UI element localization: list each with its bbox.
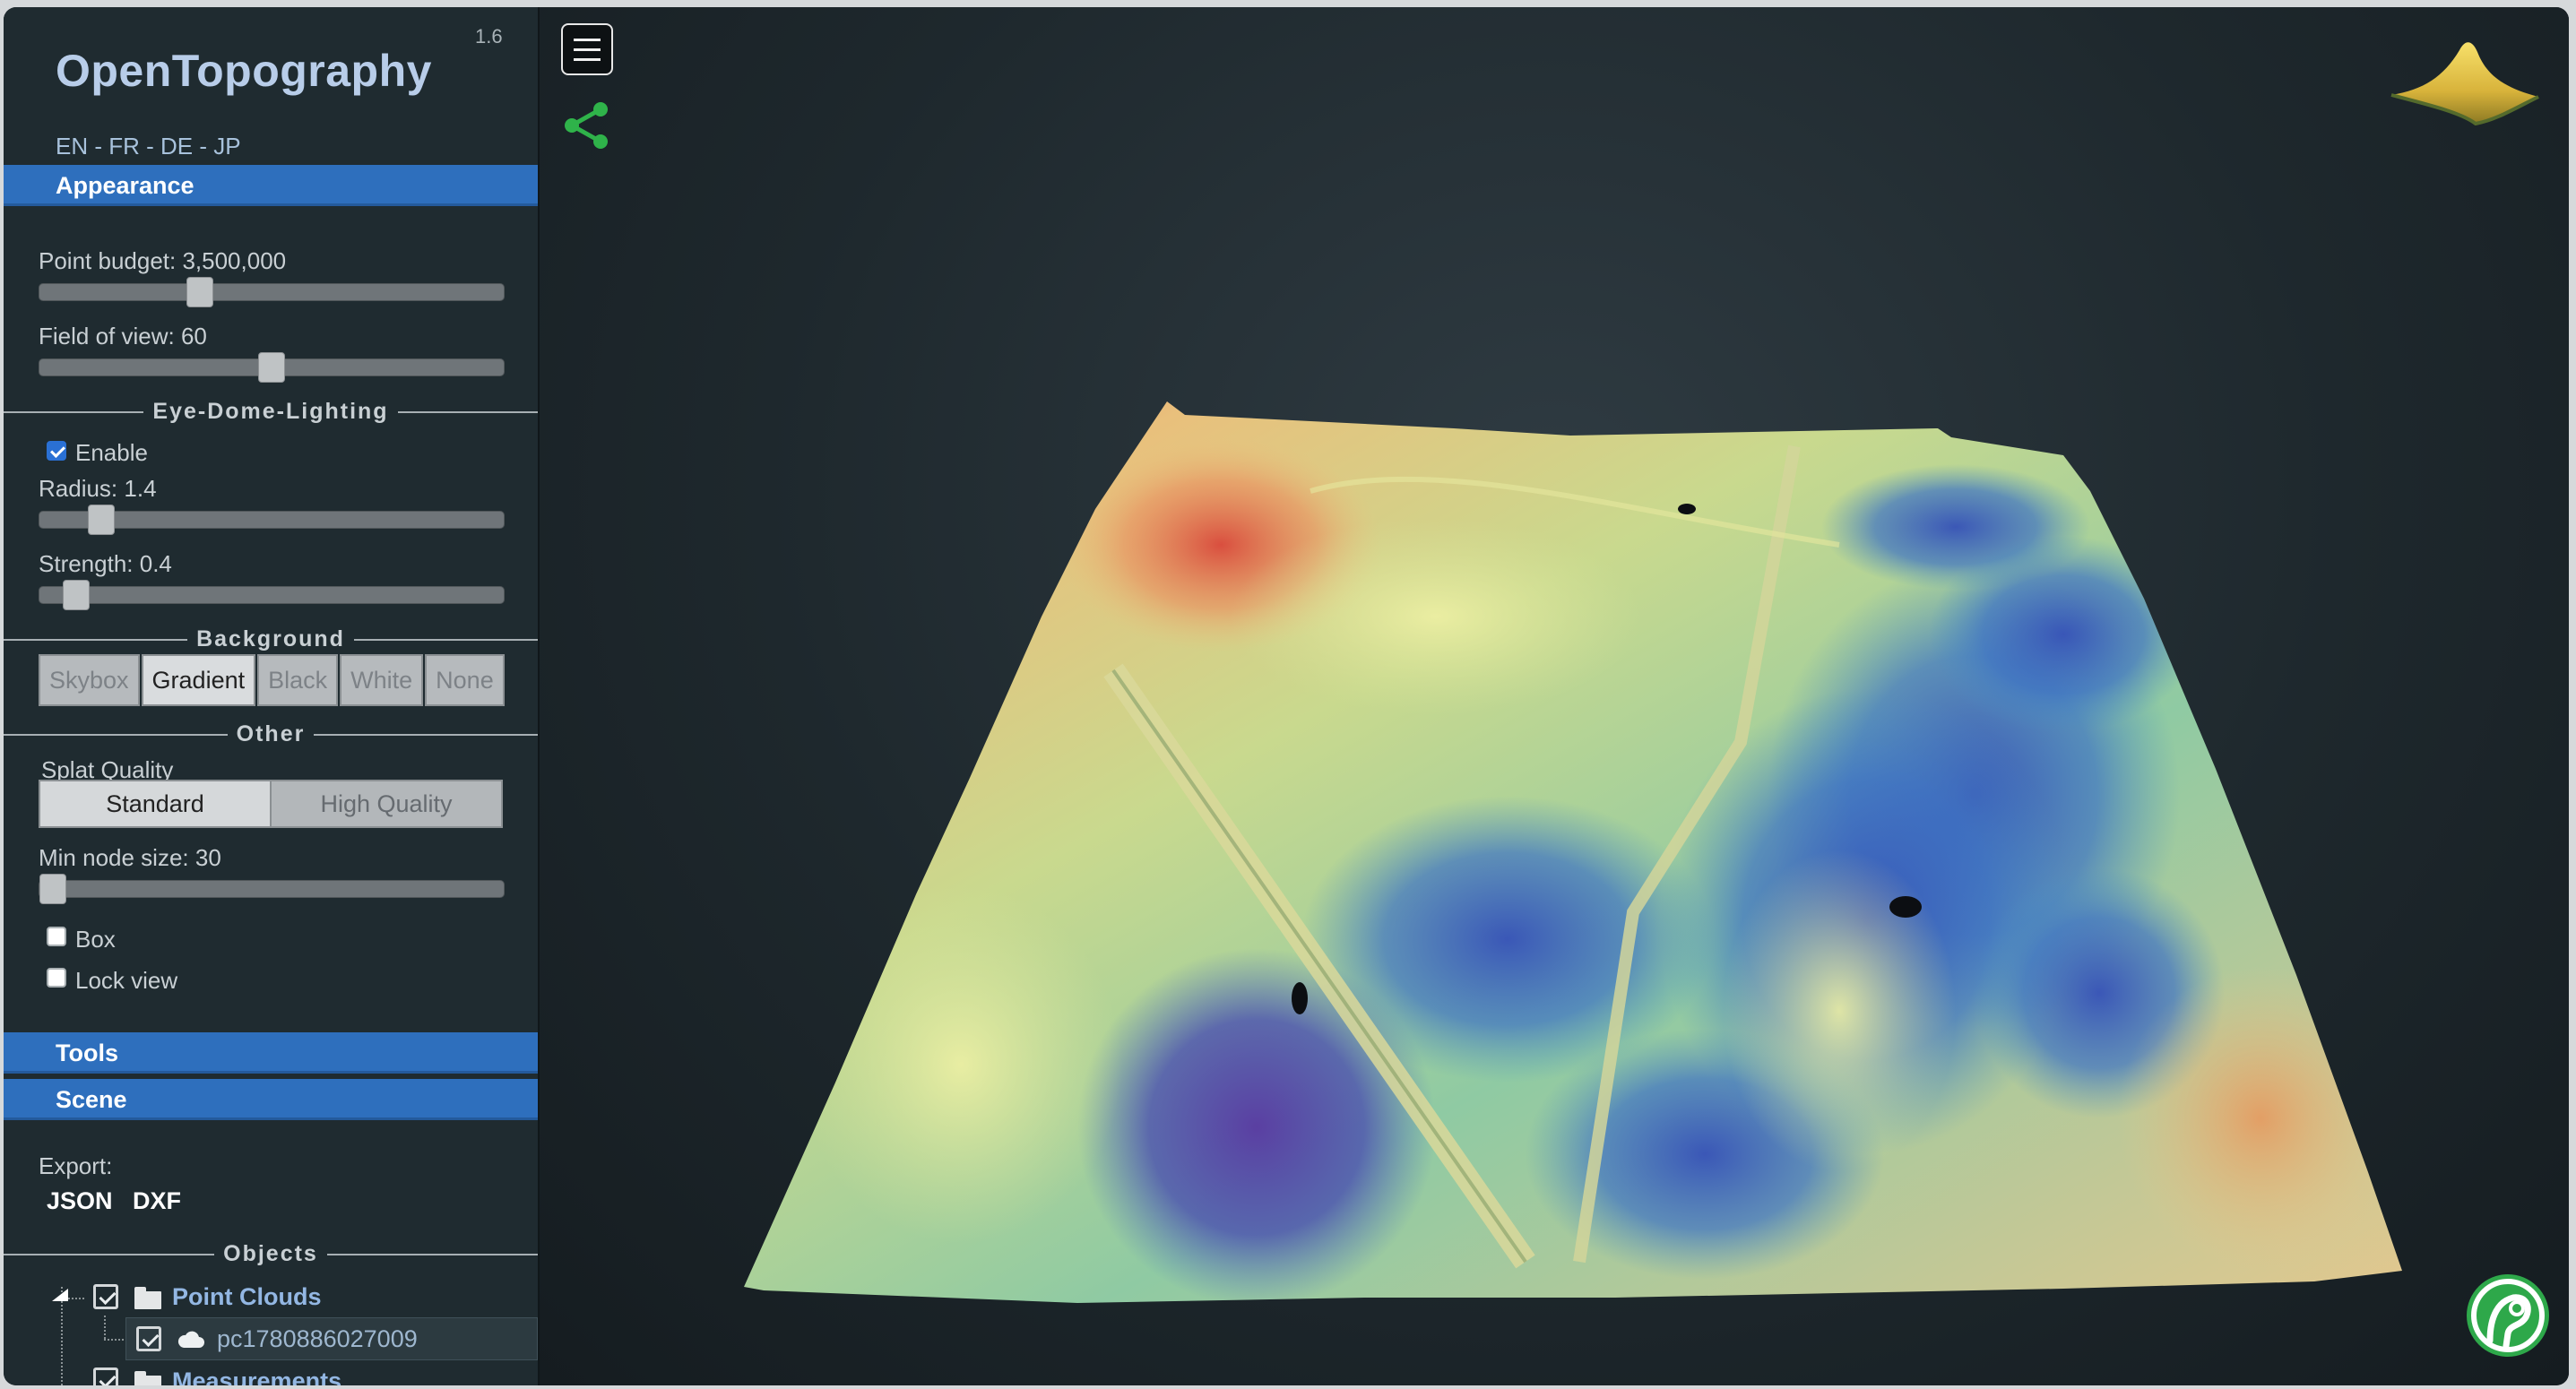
language-selector: EN - FR - DE - JP	[56, 133, 241, 160]
min-node-size-label: Min node size: 30	[39, 844, 221, 871]
export-label: Export:	[39, 1152, 113, 1179]
tree-connector	[104, 1316, 106, 1339]
slider-thumb[interactable]	[258, 352, 285, 383]
field-of-view-slider[interactable]	[39, 352, 505, 383]
slider-thumb[interactable]	[88, 505, 115, 535]
folder-icon	[134, 1371, 161, 1385]
folder-icon	[134, 1287, 161, 1309]
section-header-tools[interactable]: Tools	[4, 1032, 538, 1074]
export-dxf-button[interactable]: DXF	[133, 1187, 181, 1215]
language-jp[interactable]: JP	[213, 133, 240, 160]
language-separator: -	[139, 133, 161, 160]
radius-label: Radius: 1.4	[39, 475, 157, 502]
language-de[interactable]: DE	[160, 133, 193, 160]
eye-dome-lighting-title: Eye-Dome-Lighting	[143, 399, 398, 424]
splat-standard-button[interactable]: Standard	[40, 781, 272, 826]
point-budget-label: Point budget: 3,500,000	[39, 247, 287, 274]
export-json-button[interactable]: JSON	[47, 1187, 113, 1215]
objects-title: Objects	[214, 1241, 327, 1266]
radius-slider[interactable]	[39, 505, 505, 535]
edl-enable-label: Enable	[75, 439, 148, 466]
background-title: Background	[187, 626, 354, 651]
slider-thumb[interactable]	[186, 277, 213, 307]
splat-quality-toggle: Standard High Quality	[39, 780, 503, 828]
cloud-icon	[177, 1331, 204, 1348]
edl-enable-checkbox[interactable]	[47, 441, 66, 461]
tree-collapse-icon[interactable]	[50, 1287, 70, 1303]
terrain-point-cloud[interactable]	[540, 7, 2569, 1385]
language-separator: -	[88, 133, 109, 160]
background-gradient-button[interactable]: Gradient	[141, 654, 256, 706]
background-divider: Background	[4, 625, 538, 652]
section-header-scene[interactable]: Scene	[4, 1079, 538, 1120]
tree-item-pointcloud[interactable]: pc1780886027009	[217, 1325, 418, 1353]
terrain-logo-icon[interactable]	[2388, 32, 2542, 125]
3d-viewport[interactable]	[540, 7, 2569, 1385]
menu-bar	[574, 39, 601, 41]
version-label: 1.6	[475, 25, 503, 47]
menu-button[interactable]	[561, 23, 613, 75]
pointcloud-checkbox[interactable]	[136, 1326, 161, 1351]
background-button-group: Skybox Gradient Black White None	[39, 654, 506, 706]
lock-view-checkbox[interactable]	[47, 968, 66, 988]
other-divider: Other	[4, 720, 538, 747]
slider-thumb[interactable]	[63, 580, 90, 610]
sidebar: OpenTopography 1.6 EN - FR - DE - JP App…	[4, 7, 540, 1385]
point-budget-slider[interactable]	[39, 277, 505, 307]
field-of-view-label: Field of view: 60	[39, 323, 207, 349]
eye-dome-lighting-divider: Eye-Dome-Lighting	[4, 398, 538, 425]
app-title: OpenTopography	[56, 46, 432, 96]
objects-divider: Objects	[4, 1240, 538, 1267]
lock-view-label: Lock view	[75, 967, 178, 994]
background-white-button[interactable]: White	[340, 654, 424, 706]
other-title: Other	[227, 721, 315, 746]
opentopography-logo-icon[interactable]	[2463, 1271, 2553, 1360]
point-clouds-checkbox[interactable]	[93, 1284, 118, 1309]
background-none-button[interactable]: None	[425, 654, 505, 706]
section-header-appearance[interactable]: Appearance	[4, 165, 538, 206]
tree-item-measurements[interactable]: Measurements	[172, 1367, 341, 1385]
menu-bar	[574, 58, 601, 61]
background-skybox-button[interactable]: Skybox	[39, 654, 140, 706]
language-fr[interactable]: FR	[108, 133, 140, 160]
splat-high-quality-button[interactable]: High Quality	[272, 781, 501, 826]
app-window: OpenTopography 1.6 EN - FR - DE - JP App…	[4, 7, 2569, 1385]
slider-thumb[interactable]	[39, 874, 66, 904]
strength-slider[interactable]	[39, 580, 505, 610]
background-black-button[interactable]: Black	[257, 654, 339, 706]
strength-label: Strength: 0.4	[39, 550, 172, 577]
box-label: Box	[75, 926, 116, 953]
share-icon[interactable]	[561, 99, 611, 152]
tree-item-point-clouds[interactable]: Point Clouds	[172, 1283, 321, 1311]
min-node-size-slider[interactable]	[39, 874, 505, 904]
language-separator: -	[193, 133, 214, 160]
measurements-checkbox[interactable]	[93, 1367, 118, 1385]
language-en[interactable]: EN	[56, 133, 88, 160]
menu-bar	[574, 48, 601, 51]
box-checkbox[interactable]	[47, 927, 66, 946]
